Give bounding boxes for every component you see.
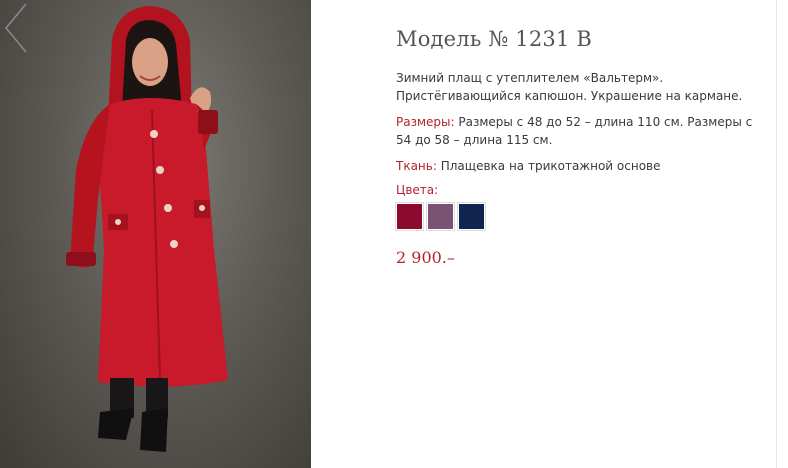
color-swatch-mauve[interactable] <box>427 203 454 230</box>
product-sizes: Размеры: Размеры с 48 до 52 – длина 110 … <box>396 113 768 149</box>
colors-label: Цвета: <box>396 183 439 197</box>
page-divider <box>776 0 777 468</box>
fabric-value: Плащевка на трикотажной основе <box>436 159 661 173</box>
chevron-left-icon[interactable] <box>0 0 32 56</box>
model-figure <box>66 6 228 452</box>
sizes-label: Размеры: <box>396 115 455 129</box>
color-swatch-navy[interactable] <box>458 203 485 230</box>
product-price: 2 900.– <box>396 248 455 267</box>
product-description: Зимний плащ с утеплителем «Вальтерм». Пр… <box>396 71 743 103</box>
product-photo <box>0 0 311 468</box>
product-title: Модель № 1231 В <box>396 27 593 51</box>
product-fabric: Ткань: Плащевка на трикотажной основе <box>396 157 768 175</box>
color-swatches <box>396 203 768 230</box>
product-info: Модель № 1231 В Зимний плащ с утеплителе… <box>396 27 768 267</box>
fabric-label: Ткань: <box>396 159 437 173</box>
color-swatch-burgundy[interactable] <box>396 203 423 230</box>
